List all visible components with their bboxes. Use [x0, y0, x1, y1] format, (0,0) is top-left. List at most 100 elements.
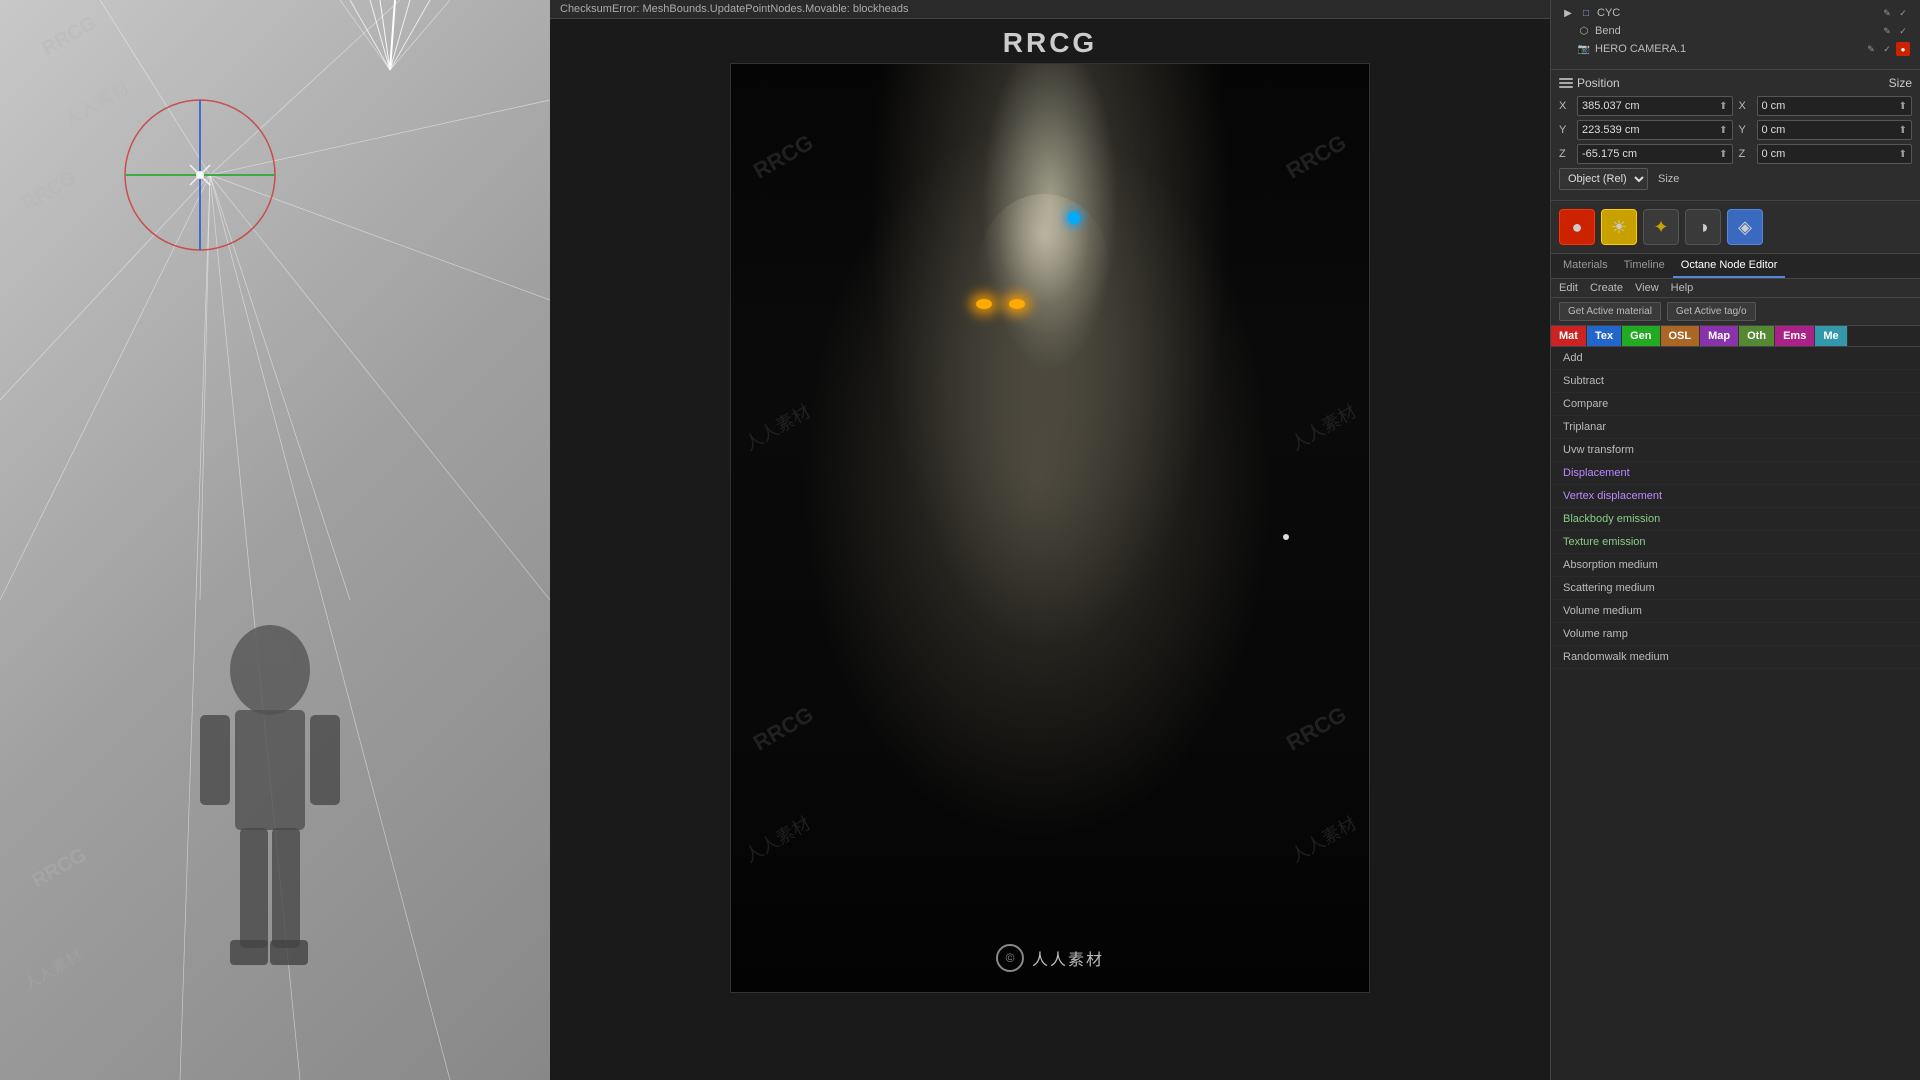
menu-edit[interactable]: Edit: [1559, 282, 1578, 294]
camera-active-icon: ●: [1896, 42, 1910, 56]
position-size-panel: Position Size X 385.037 cm ⬆ X 0 cm ⬆ Y: [1551, 70, 1920, 201]
shader-tabs: Mat Tex Gen OSL Map Oth Ems Me: [1551, 326, 1920, 347]
list-item-displacement[interactable]: Displacement: [1551, 462, 1920, 485]
half-circle-btn[interactable]: ◑: [1685, 209, 1721, 245]
list-item-volume-medium[interactable]: Volume medium: [1551, 600, 1920, 623]
outliner-camera-icons: ✎ ✓ ●: [1864, 42, 1910, 56]
status-bar: ChecksumError: MeshBounds.UpdatePointNod…: [550, 0, 1550, 19]
x-pos-input-wrap[interactable]: 385.037 cm ⬆: [1577, 96, 1733, 116]
y-pos-input-wrap[interactable]: 223.539 cm ⬆: [1577, 120, 1733, 140]
list-item-triplanar[interactable]: Triplanar: [1551, 416, 1920, 439]
list-item-volume-ramp[interactable]: Volume ramp: [1551, 623, 1920, 646]
octane-menu-bar: Edit Create View Help: [1551, 279, 1920, 298]
outliner-row-cyc[interactable]: ▶ □ CYC ✎ ✓: [1557, 4, 1914, 22]
position-label: Position: [1577, 76, 1620, 90]
x-pos-input[interactable]: 385.037 cm: [1582, 100, 1719, 112]
x-label: X: [1559, 100, 1571, 112]
list-item-randomwalk-medium[interactable]: Randomwalk medium: [1551, 646, 1920, 669]
shader-tab-oth[interactable]: Oth: [1739, 326, 1775, 346]
right-panel: ▶ □ CYC ✎ ✓ ⬡ Bend ✎ ✓ 📷 HERO CAM: [1550, 0, 1920, 1080]
list-item-subtract[interactable]: Subtract: [1551, 370, 1920, 393]
list-item-absorption-medium[interactable]: Absorption medium: [1551, 554, 1920, 577]
render-frame: RRCG RRCG 人人素材 人人素材 RRCG RRCG 人人素材 人人素材 …: [730, 63, 1370, 993]
get-active-material-btn[interactable]: Get Active material: [1559, 302, 1661, 321]
x-size-input[interactable]: 0 cm: [1762, 100, 1899, 112]
left-viewport[interactable]: RRCG RRCG 人人素材 RRCG 人人素材 RRCG: [0, 0, 550, 1080]
status-text: ChecksumError: MeshBounds.UpdatePointNod…: [560, 3, 909, 15]
shader-tab-map[interactable]: Map: [1700, 326, 1739, 346]
size-label: Size: [1889, 76, 1912, 90]
list-item-compare[interactable]: Compare: [1551, 393, 1920, 416]
shader-tab-tex[interactable]: Tex: [1587, 326, 1622, 346]
outliner-label-camera: HERO CAMERA.1: [1595, 43, 1686, 55]
tab-bar: Materials Timeline Octane Node Editor: [1551, 254, 1920, 279]
copyright-icon: ©: [996, 944, 1024, 972]
list-item-scattering-medium[interactable]: Scattering medium: [1551, 577, 1920, 600]
center-title: RRCG: [550, 19, 1550, 63]
get-active-tag-btn[interactable]: Get Active tag/o: [1667, 302, 1756, 321]
x-size-input-wrap[interactable]: 0 cm ⬆: [1757, 96, 1913, 116]
z-label: Z: [1559, 148, 1571, 160]
z-pos-input[interactable]: -65.175 cm: [1582, 148, 1719, 160]
z-size-spin[interactable]: ⬆: [1899, 149, 1907, 160]
menu-help[interactable]: Help: [1671, 282, 1694, 294]
y-pos-spin[interactable]: ⬆: [1719, 125, 1727, 136]
outliner-label-cyc: CYC: [1597, 7, 1620, 19]
z-pos-spin[interactable]: ⬆: [1719, 149, 1727, 160]
outliner-row-camera[interactable]: 📷 HERO CAMERA.1 ✎ ✓ ●: [1557, 40, 1914, 58]
outliner-camera-icon: 📷: [1577, 42, 1591, 56]
y-size-spin[interactable]: ⬆: [1899, 125, 1907, 136]
tab-materials[interactable]: Materials: [1555, 254, 1616, 278]
tab-timeline[interactable]: Timeline: [1616, 254, 1673, 278]
shader-tab-mat[interactable]: Mat: [1551, 326, 1587, 346]
sun-filled-btn[interactable]: ☀: [1601, 209, 1637, 245]
shader-tab-ems[interactable]: Ems: [1775, 326, 1815, 346]
outliner-cam-edit-icon[interactable]: ✎: [1864, 42, 1878, 56]
coord-system-dropdown[interactable]: Object (Rel) World: [1559, 168, 1648, 190]
y-size-input-wrap[interactable]: 0 cm ⬆: [1757, 120, 1913, 140]
sun-outline-btn[interactable]: ✦: [1643, 209, 1679, 245]
shader-tab-gen[interactable]: Gen: [1622, 326, 1660, 346]
list-item-vertex-displacement[interactable]: Vertex displacement: [1551, 485, 1920, 508]
list-item-texture-emission[interactable]: Texture emission: [1551, 531, 1920, 554]
node-dropdown-list: Add Subtract Compare Triplanar Uvw trans…: [1551, 347, 1920, 1080]
outliner-check-icon[interactable]: ✓: [1896, 6, 1910, 20]
x-coord-row: X 385.037 cm ⬆ X 0 cm ⬆: [1559, 96, 1912, 116]
outliner-bend-edit-icon[interactable]: ✎: [1880, 24, 1894, 38]
full-circle-btn[interactable]: ◈: [1727, 209, 1763, 245]
x-size-spin[interactable]: ⬆: [1899, 101, 1907, 112]
x-pos-spin[interactable]: ⬆: [1719, 101, 1727, 112]
x-size-label: X: [1739, 100, 1751, 112]
bottom-brand-label: 人人素材: [1032, 946, 1104, 970]
shader-tab-me[interactable]: Me: [1815, 326, 1847, 346]
z-size-label: Z: [1739, 148, 1751, 160]
outliner-cam-check-icon[interactable]: ✓: [1880, 42, 1894, 56]
list-item-add[interactable]: Add: [1551, 347, 1920, 370]
y-size-label: Y: [1739, 124, 1751, 136]
y-size-input[interactable]: 0 cm: [1762, 124, 1899, 136]
z-size-input[interactable]: 0 cm: [1762, 148, 1899, 160]
render-mode-btn[interactable]: ●: [1559, 209, 1595, 245]
blue-sensor-dot: [1068, 212, 1080, 224]
outliner-expand-icon: ▶: [1561, 6, 1575, 20]
list-item-uvw-transform[interactable]: Uvw transform: [1551, 439, 1920, 462]
list-item-blackbody[interactable]: Blackbody emission: [1551, 508, 1920, 531]
object-rel-row: Object (Rel) World Size: [1559, 168, 1912, 190]
menu-lines-icon: [1559, 78, 1573, 88]
shader-tab-osl[interactable]: OSL: [1661, 326, 1701, 346]
z-size-input-wrap[interactable]: 0 cm ⬆: [1757, 144, 1913, 164]
menu-view[interactable]: View: [1635, 282, 1659, 294]
outliner-bend-check-icon[interactable]: ✓: [1896, 24, 1910, 38]
center-viewport[interactable]: ChecksumError: MeshBounds.UpdatePointNod…: [550, 0, 1550, 1080]
main-layout: RRCG RRCG 人人素材 RRCG 人人素材 RRCG: [0, 0, 1920, 1080]
z-pos-input-wrap[interactable]: -65.175 cm ⬆: [1577, 144, 1733, 164]
get-active-bar: Get Active material Get Active tag/o: [1551, 298, 1920, 326]
outliner-label-bend: Bend: [1595, 25, 1621, 37]
glow-eye-left: [976, 299, 992, 309]
y-pos-input[interactable]: 223.539 cm: [1582, 124, 1719, 136]
outliner-edit-icon[interactable]: ✎: [1880, 6, 1894, 20]
white-reflection-dot: [1283, 534, 1289, 540]
menu-create[interactable]: Create: [1590, 282, 1623, 294]
tab-octane-node-editor[interactable]: Octane Node Editor: [1673, 254, 1786, 278]
outliner-row-bend[interactable]: ⬡ Bend ✎ ✓: [1557, 22, 1914, 40]
